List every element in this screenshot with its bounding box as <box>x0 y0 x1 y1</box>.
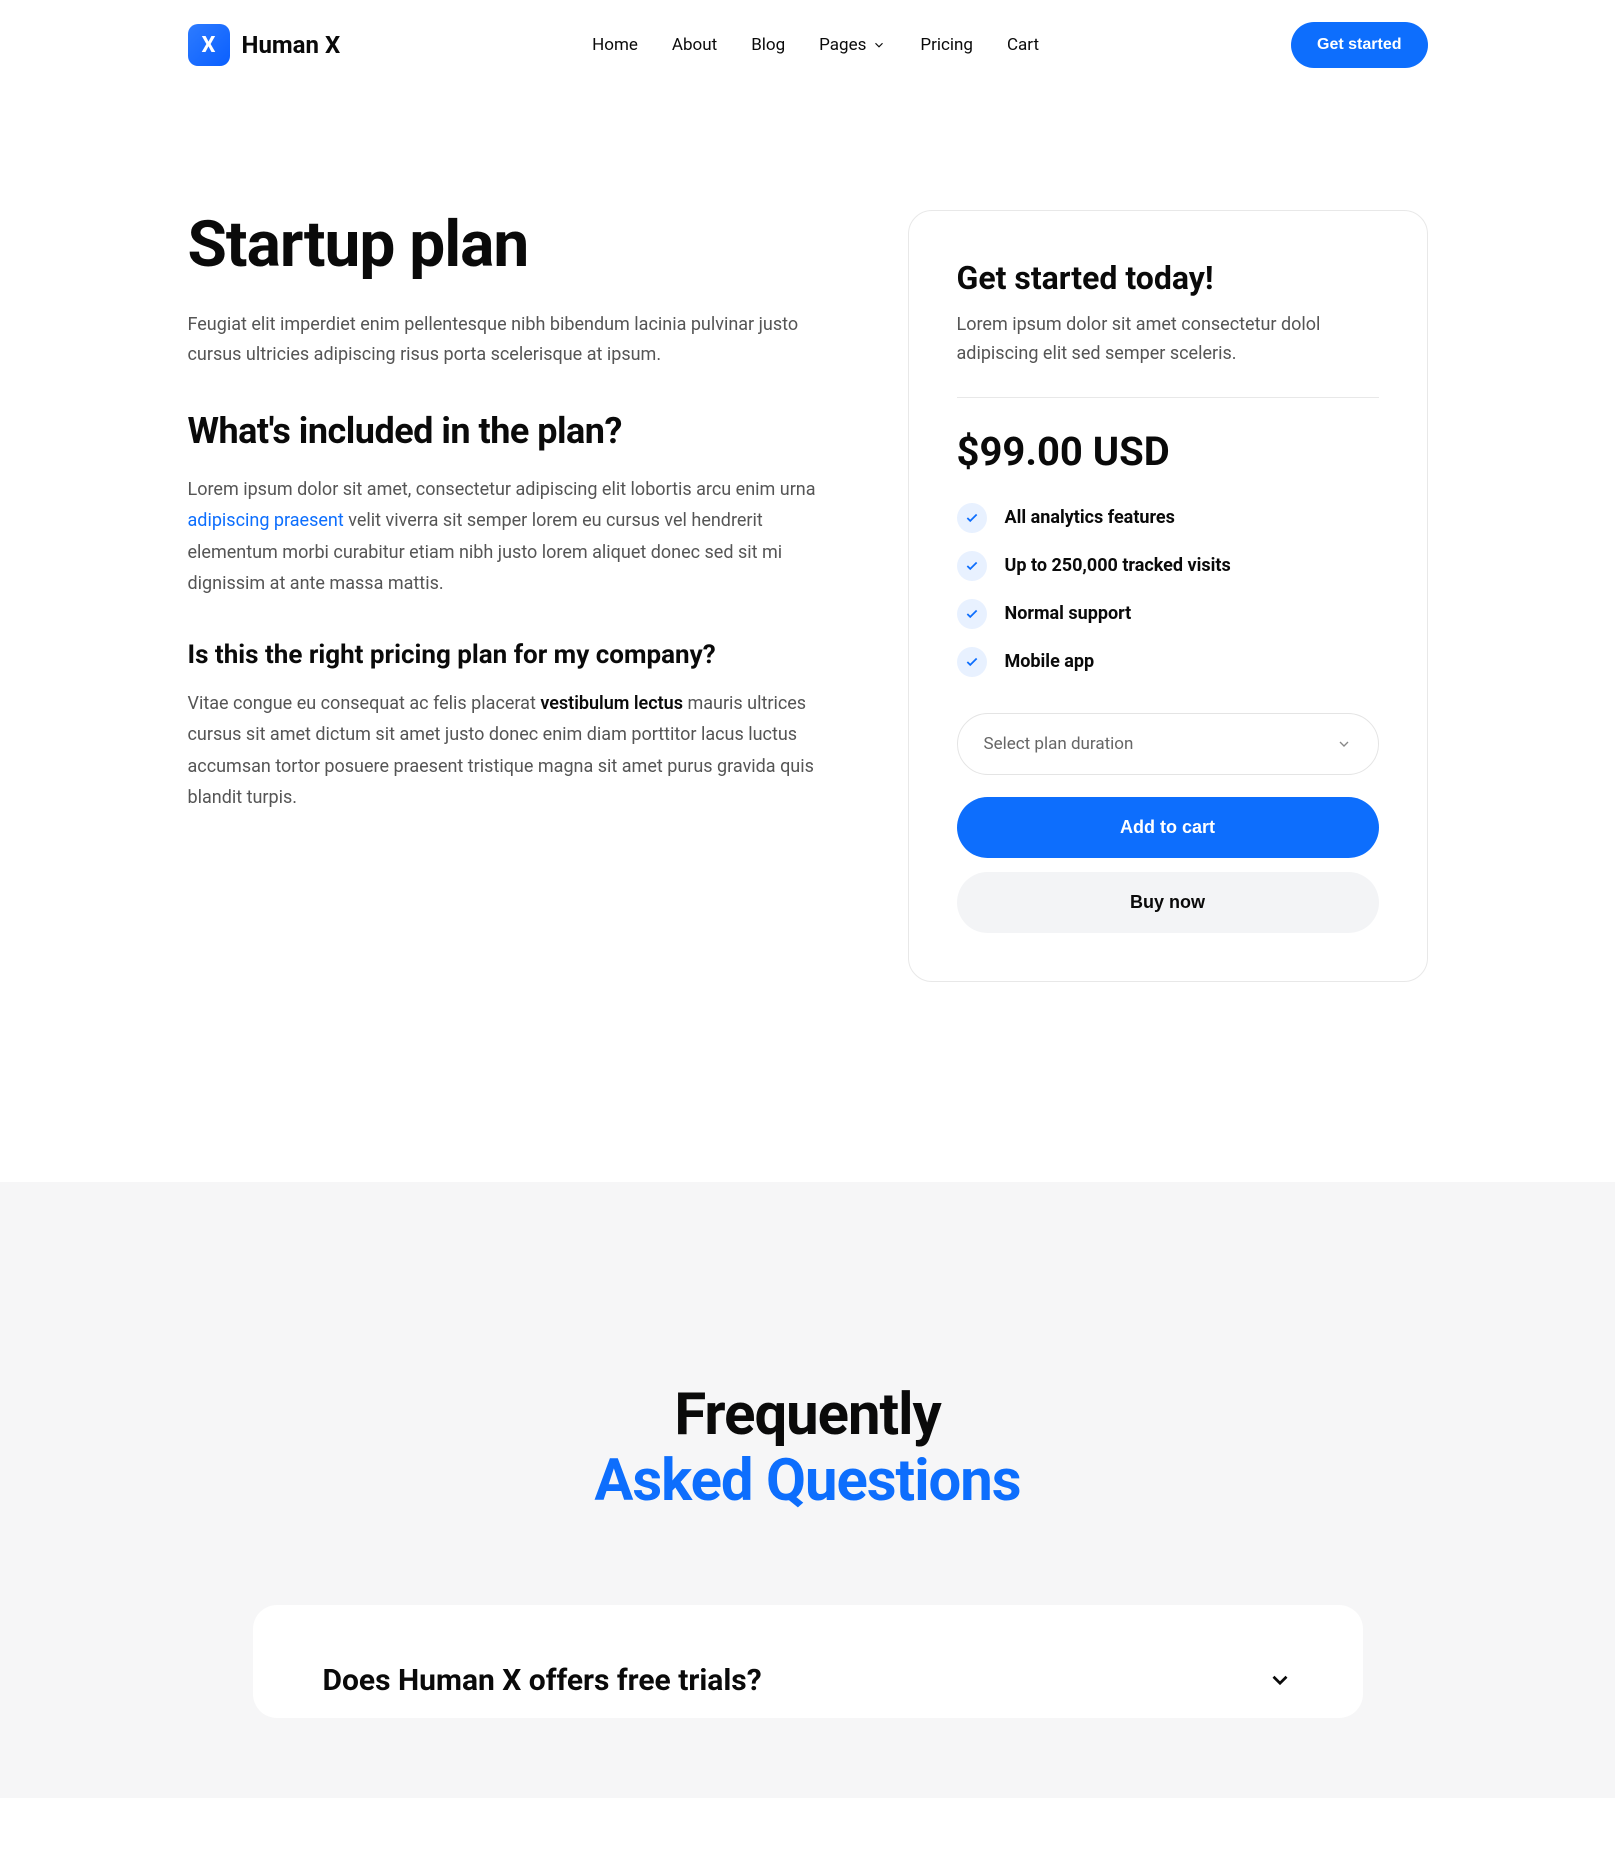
faq-section: Frequently Asked Questions Does Human X … <box>0 1182 1615 1798</box>
faq-item[interactable]: Does Human X offers free trials? <box>323 1663 1293 1698</box>
add-to-cart-button[interactable]: Add to cart <box>957 797 1379 858</box>
check-icon <box>957 599 987 629</box>
select-placeholder: Select plan duration <box>984 734 1134 754</box>
buy-now-button[interactable]: Buy now <box>957 872 1379 933</box>
nav-pages-label: Pages <box>819 35 866 55</box>
check-icon <box>957 503 987 533</box>
plan-duration-select[interactable]: Select plan duration <box>957 713 1379 775</box>
feature-item: All analytics features <box>957 503 1379 533</box>
logo[interactable]: X Human X <box>188 24 341 66</box>
faq-question: Does Human X offers free trials? <box>323 1663 762 1698</box>
divider <box>957 397 1379 398</box>
check-icon <box>957 551 987 581</box>
nav-cart[interactable]: Cart <box>1007 35 1039 55</box>
faq-title: Frequently Asked Questions <box>0 1382 1615 1515</box>
feature-label: All analytics features <box>1005 507 1175 528</box>
pricing-card: Get started today! Lorem ipsum dolor sit… <box>908 210 1428 982</box>
chevron-down-icon <box>1336 736 1352 752</box>
nav-pages[interactable]: Pages <box>819 35 886 55</box>
right-plan-text: Vitae congue eu consequat ac felis place… <box>188 688 828 814</box>
feature-item: Up to 250,000 tracked visits <box>957 551 1379 581</box>
logo-text: Human X <box>242 31 341 59</box>
price: $99.00 USD <box>957 428 1379 475</box>
main-content: Startup plan Feugiat elit imperdiet enim… <box>188 90 1428 1182</box>
emphasis-text: vestibulum lectus <box>540 693 683 714</box>
nav-about[interactable]: About <box>672 35 717 55</box>
included-text: Lorem ipsum dolor sit amet, consectetur … <box>188 474 828 600</box>
right-plan-heading: Is this the right pricing plan for my co… <box>188 640 828 670</box>
nav-pricing[interactable]: Pricing <box>920 35 973 55</box>
card-desc: Lorem ipsum dolor sit amet consectetur d… <box>957 311 1379 369</box>
chevron-down-icon <box>1267 1667 1293 1693</box>
card-title: Get started today! <box>957 259 1379 297</box>
main-nav: Home About Blog Pages Pricing Cart <box>592 35 1039 55</box>
faq-card: Does Human X offers free trials? <box>253 1605 1363 1718</box>
inline-link[interactable]: adipiscing praesent <box>188 510 344 531</box>
nav-blog[interactable]: Blog <box>751 35 785 55</box>
feature-label: Up to 250,000 tracked visits <box>1005 555 1231 576</box>
plan-intro: Feugiat elit imperdiet enim pellentesque… <box>188 310 828 369</box>
page-title: Startup plan <box>188 210 828 280</box>
header: X Human X Home About Blog Pages Pricing … <box>188 0 1428 90</box>
feature-label: Normal support <box>1005 603 1132 624</box>
feature-list: All analytics features Up to 250,000 tra… <box>957 503 1379 677</box>
feature-item: Normal support <box>957 599 1379 629</box>
chevron-down-icon <box>872 38 886 52</box>
included-heading: What's included in the plan? <box>188 410 828 452</box>
get-started-button[interactable]: Get started <box>1291 22 1427 68</box>
feature-item: Mobile app <box>957 647 1379 677</box>
nav-home[interactable]: Home <box>592 35 638 55</box>
check-icon <box>957 647 987 677</box>
plan-description: Startup plan Feugiat elit imperdiet enim… <box>188 210 828 854</box>
feature-label: Mobile app <box>1005 651 1095 672</box>
logo-icon: X <box>188 24 230 66</box>
